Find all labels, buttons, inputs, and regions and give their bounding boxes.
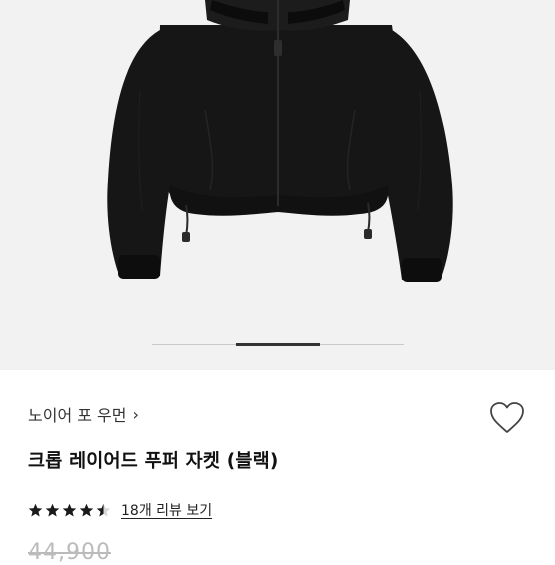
product-image-gallery[interactable] <box>0 0 555 370</box>
chevron-right-icon: › <box>132 404 139 424</box>
pager-segment <box>320 344 404 345</box>
product-photo-jacket <box>107 0 453 282</box>
reviews-link[interactable]: 18개 리뷰 보기 <box>121 500 212 520</box>
star-full-icon <box>79 503 94 516</box>
pager-segment-active <box>236 343 320 346</box>
rating-row: 18개 리뷰 보기 <box>28 500 212 520</box>
star-full-icon <box>28 503 43 516</box>
brand-name: 노이어 포 우먼 <box>28 406 127 425</box>
star-full-icon <box>62 503 77 516</box>
original-price: 44,900 <box>28 540 111 565</box>
star-full-icon <box>45 503 60 516</box>
heart-outline-icon[interactable] <box>487 398 527 438</box>
pager-segment <box>152 344 236 345</box>
product-title: 크롭 레이어드 푸퍼 자켓 (블랙) <box>28 451 279 472</box>
gallery-pager <box>152 343 404 346</box>
brand-link[interactable]: 노이어 포 우먼 › <box>28 402 139 426</box>
star-half-icon <box>96 503 111 516</box>
rating-stars <box>28 503 111 518</box>
